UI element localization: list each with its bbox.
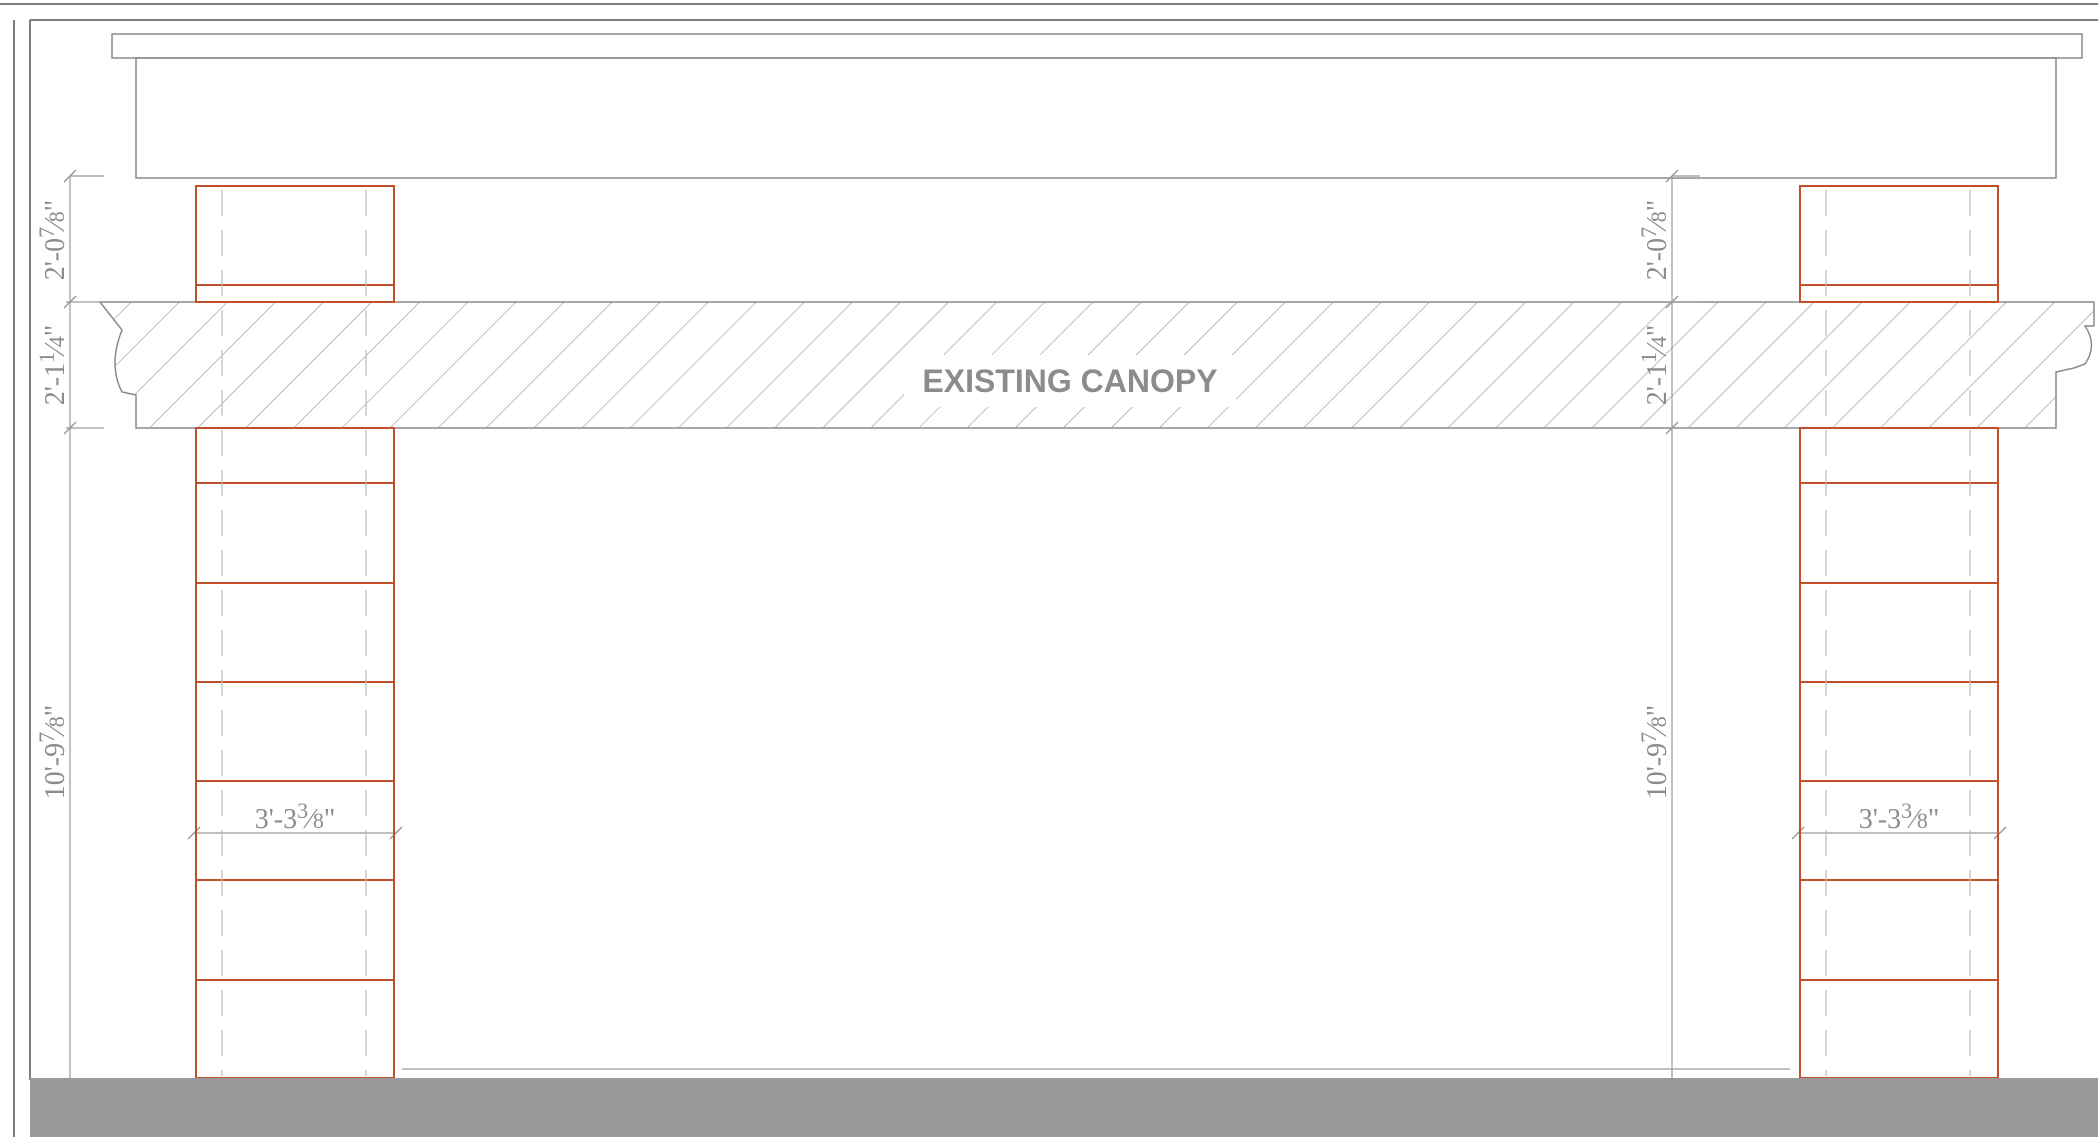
dimension-width-left: 3'-33⁄8" (255, 798, 336, 835)
dimension-height-right: 10'-97⁄8" (1636, 705, 1673, 800)
right-column-lower (1799, 427, 1999, 1079)
dimension-height-left: 10'-97⁄8" (34, 705, 71, 800)
canopy-label: EXISTING CANOPY (922, 363, 1217, 399)
dimension-canopy-left: 2'-11⁄4" (34, 325, 71, 406)
dimension-upper-right: 2'-07⁄8" (1636, 200, 1673, 281)
existing-canopy: EXISTING CANOPY (98, 301, 2095, 429)
dimension-ticks (63, 169, 2007, 840)
dimension-upper-left: 2'-07⁄8" (34, 200, 71, 281)
dimension-canopy-right: 2'-11⁄4" (1636, 325, 1673, 406)
right-column-upper (1799, 185, 1999, 303)
ground-slab (30, 1078, 2098, 1137)
left-column-upper (195, 185, 395, 303)
dimension-width-right: 3'-33⁄8" (1859, 798, 1940, 835)
sheet-border (0, 3, 2098, 1137)
roof-fascia (111, 33, 2083, 179)
left-column-lower (195, 427, 395, 1079)
elevation-drawing: EXISTING CANOPY 2'-07⁄8" 2'-11⁄4" 10'-97… (0, 3, 2098, 1137)
